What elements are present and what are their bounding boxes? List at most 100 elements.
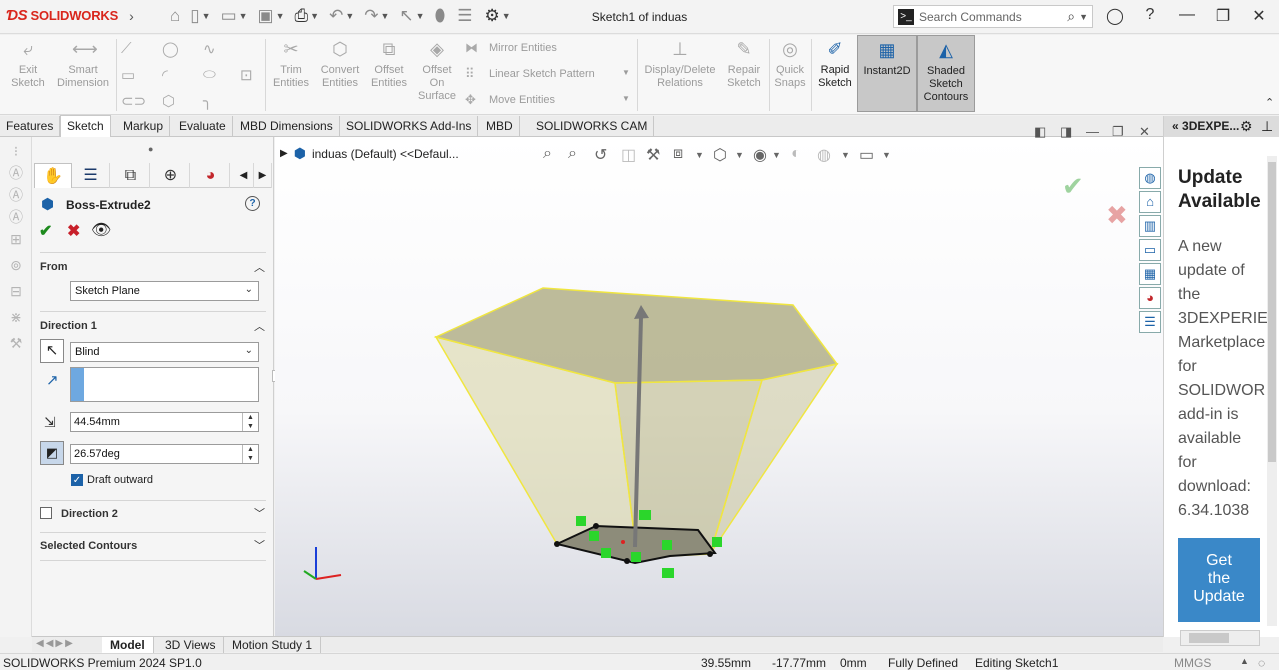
weld-icon[interactable]: ⊟ [7, 283, 25, 301]
file-properties-icon[interactable]: ☰ [457, 6, 472, 26]
note-icon[interactable]: Ⓐ [7, 207, 25, 225]
pattern-icon[interactable]: ⋇ [7, 309, 25, 327]
collapse-chevron-icon[interactable]: ︿ [254, 318, 265, 334]
redo-icon[interactable]: ↷ [364, 6, 378, 26]
search-dropdown-icon[interactable]: ▼ [1079, 12, 1088, 22]
move-dropdown-icon[interactable]: ▼ [622, 94, 630, 103]
tab-mbd[interactable]: MBD [480, 116, 520, 137]
circle-icon[interactable]: ◯ [162, 40, 179, 58]
from-section-title[interactable]: From [40, 261, 68, 273]
sketch-text-icon[interactable]: Ⓐ [7, 163, 25, 181]
slot-icon[interactable]: ⊂⊃ [121, 92, 146, 110]
get-update-button[interactable]: Get the Update [1178, 538, 1260, 622]
linear-pattern-dropdown-icon[interactable]: ▼ [622, 68, 630, 77]
tab-evaluate[interactable]: Evaluate [173, 116, 233, 137]
help-icon[interactable]: ? [245, 196, 260, 211]
convert-entities-button[interactable]: ⬡ Convert Entities [316, 38, 364, 90]
selected-contours-title[interactable]: Selected Contours [40, 540, 137, 552]
extrude-preview[interactable] [275, 137, 1163, 637]
save-icon[interactable]: ▣ [258, 6, 274, 26]
annotation-icon[interactable]: Ⓐ [7, 185, 25, 203]
minimize-button[interactable]: — [1176, 6, 1198, 24]
tab-3d-views[interactable]: 3D Views [157, 637, 225, 653]
task-pane-settings-icon[interactable]: ⚙ [1240, 118, 1253, 135]
options-gear-icon[interactable]: ⚙ [485, 6, 500, 26]
instant2d-button[interactable]: ▦ Instant2D [857, 35, 917, 112]
surface-finish-icon[interactable]: ⊚ [7, 257, 25, 275]
draft-toggle-button[interactable]: ◩ [40, 441, 64, 465]
tab-mbd-dimensions[interactable]: MBD Dimensions [234, 116, 340, 137]
linear-pattern-button[interactable]: Linear Sketch Pattern [489, 68, 595, 80]
rapid-sketch-button[interactable]: ✐ Rapid Sketch [815, 38, 855, 90]
collapse-double-chevron-icon[interactable]: « [1172, 119, 1179, 133]
print-icon[interactable]: ⎙ [295, 6, 309, 26]
tab-solidworks-cam[interactable]: SOLIDWORKS CAM [530, 116, 655, 137]
end-condition-select[interactable]: Blind ⌄ [70, 342, 259, 362]
point-icon[interactable]: ⊡ [240, 66, 253, 84]
tab-scroll-arrows-icon[interactable]: ◀◀▶▶ [36, 638, 75, 649]
units-dropdown-icon[interactable]: ▲ [1240, 656, 1249, 666]
search-icon[interactable]: ⌕ [1067, 8, 1075, 25]
new-document-icon[interactable]: ▯ [190, 6, 199, 26]
tab-configuration-manager[interactable]: ⧉ [112, 163, 150, 188]
from-select[interactable]: Sketch Plane ⌄ [70, 281, 259, 301]
offset-on-surface-button[interactable]: ◈ Offset On Surface [414, 38, 460, 103]
solidworks-logo[interactable]: ƊS SOLIDWORKS › [6, 7, 134, 24]
move-entities-button[interactable]: Move Entities [489, 94, 555, 106]
restore-button[interactable]: ❐ [1212, 6, 1234, 26]
save-dropdown-icon[interactable]: ▼ [276, 11, 285, 21]
print-dropdown-icon[interactable]: ▼ [310, 11, 319, 21]
tab-motion-study-1[interactable]: Motion Study 1 [224, 637, 322, 653]
offset-entities-button[interactable]: ⧉ Offset Entities [367, 38, 411, 90]
direction2-checkbox[interactable] [40, 507, 52, 519]
smart-dimension-button[interactable]: ⟷ Smart Dimension [53, 38, 113, 90]
direction1-section-title[interactable]: Direction 1 [40, 320, 97, 332]
menu-expand-icon[interactable]: › [129, 8, 134, 24]
tab-property-manager[interactable]: ☰ [72, 163, 110, 188]
graphics-area[interactable]: ▶ ⬢ induas (Default) <<Defaul... ⌕ ⌕ ↺ ◫… [275, 124, 1163, 637]
scrollbar-thumb[interactable] [1268, 162, 1276, 462]
design-library-icon[interactable]: ▥ [1139, 215, 1161, 237]
tab-scroll-left[interactable]: ◀ [234, 163, 254, 188]
appearances-icon[interactable]: ◕ [1139, 287, 1161, 309]
tab-sketch[interactable]: Sketch [60, 115, 111, 137]
options-dropdown-icon[interactable]: ▼ [502, 11, 511, 21]
depth-spinner[interactable]: ▲ ▼ [242, 413, 258, 431]
draft-angle-input[interactable]: 26.57deg ▲ ▼ [70, 444, 259, 464]
open-dropdown-icon[interactable]: ▼ [239, 11, 248, 21]
ok-check-icon[interactable]: ✔ [39, 221, 52, 241]
shaded-sketch-contours-button[interactable]: ◭ Shaded Sketch Contours [917, 35, 975, 112]
collapse-chevron-icon[interactable]: ︿ [254, 259, 265, 275]
expand-chevron-icon[interactable]: ﹀ [254, 505, 265, 521]
collapse-ribbon-icon[interactable]: ⌃ [1265, 96, 1274, 109]
rectangle-icon[interactable]: ▭ [121, 66, 135, 84]
tab-dimxpert-manager[interactable]: ⊕ [152, 163, 190, 188]
cancel-x-icon[interactable]: ✖ [67, 221, 80, 241]
select-dropdown-icon[interactable]: ▼ [416, 11, 425, 21]
arc-icon[interactable]: ◜ [162, 66, 168, 84]
close-window-button[interactable]: ✕ [1248, 6, 1270, 26]
solidworks-resources-icon[interactable]: ◍ [1139, 167, 1161, 189]
tools-icon[interactable]: ⚒ [7, 335, 25, 353]
file-explorer-icon[interactable]: ▭ [1139, 239, 1161, 261]
select-icon[interactable]: ↖ [399, 6, 413, 26]
tab-markup[interactable]: Markup [117, 116, 171, 137]
new-dropdown-icon[interactable]: ▼ [202, 11, 211, 21]
exit-sketch-button[interactable]: ⤶ Exit Sketch [8, 38, 48, 90]
direction-vector-selection-box[interactable] [70, 367, 259, 402]
rebuild-icon[interactable]: ⬮ [435, 6, 446, 26]
polygon-icon[interactable]: ⬡ [162, 92, 175, 110]
unit-system[interactable]: MMGS [1174, 656, 1211, 670]
tab-feature-manager[interactable]: ✋ [34, 163, 72, 188]
home-icon[interactable]: ⌂ [1139, 191, 1161, 213]
help-icon[interactable]: ? [1139, 6, 1161, 24]
tab-display-manager[interactable]: ◕ [192, 163, 230, 188]
depth-input[interactable]: 44.54mm ▲ ▼ [70, 412, 259, 432]
mirror-entities-button[interactable]: Mirror Entities [489, 42, 557, 54]
datum-icon[interactable]: ⊞ [7, 231, 25, 249]
ellipse-icon[interactable]: ⬭ [203, 66, 216, 83]
reverse-direction-button[interactable]: ↖ [40, 339, 64, 363]
undo-icon[interactable]: ↶ [329, 6, 343, 26]
draft-outward-checkbox[interactable]: ✓ [71, 474, 83, 486]
quick-snaps-button[interactable]: ◎ Quick Snaps [772, 38, 808, 90]
